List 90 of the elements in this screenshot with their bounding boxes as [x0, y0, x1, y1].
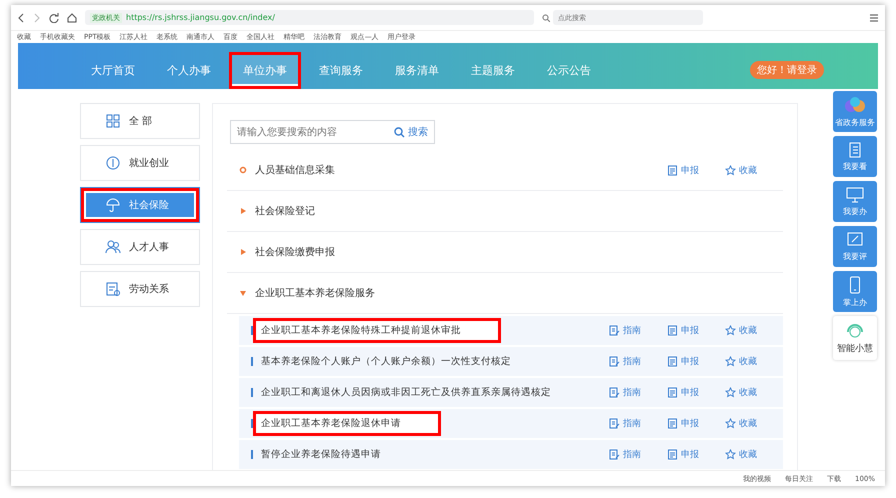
sidebar-item[interactable]: 全 部 [80, 103, 200, 139]
side-shortcut-button[interactable]: 我要看 [833, 136, 877, 177]
phone-icon [849, 276, 861, 294]
guide-link[interactable]: 指南 [609, 324, 653, 337]
side-shortcut-button[interactable]: 我要办 [833, 181, 877, 222]
guide-link[interactable]: 指南 [609, 355, 653, 368]
logo-icon [843, 96, 867, 114]
sidebar-item[interactable]: 就业创业 [80, 145, 200, 181]
star-icon [725, 387, 736, 398]
service-row[interactable]: 企业职工基本养老保险退休申请 指南 申报 收藏 [239, 409, 783, 438]
star-icon [725, 449, 736, 460]
edit-document-icon [609, 325, 620, 336]
favorite-link[interactable]: 收藏 [725, 448, 769, 461]
pen-icon [847, 232, 863, 248]
apply-link[interactable]: 申报 [667, 386, 711, 399]
edit-document-icon [609, 387, 620, 398]
document-icon [667, 418, 678, 429]
umbrella-icon [105, 197, 121, 213]
star-icon [725, 325, 736, 336]
document-icon [667, 164, 678, 176]
sidebar-item[interactable]: 人才人事 [80, 229, 200, 265]
circle-bullet-icon [239, 166, 247, 174]
guide-link[interactable]: 指南 [609, 448, 653, 461]
nav-tab[interactable]: 主题服务 [460, 54, 526, 86]
favorite-link[interactable]: 收藏 [725, 164, 769, 176]
apply-link[interactable]: 申报 [667, 164, 711, 176]
service-row[interactable]: 企业职工基本养老保险特殊工种提前退休审批 指南 申报 收藏 [239, 316, 783, 345]
reload-icon[interactable] [49, 12, 59, 22]
document-icon [667, 356, 678, 367]
home-icon[interactable] [67, 12, 77, 22]
guide-link[interactable]: 指南 [609, 417, 653, 430]
apply-link[interactable]: 申报 [667, 448, 711, 461]
side-shortcut-button[interactable]: 我要评 [833, 226, 877, 267]
category-label: 社会保险登记 [255, 204, 316, 218]
apply-link[interactable]: 申报 [667, 324, 711, 337]
star-icon [725, 356, 736, 367]
nav-tab[interactable]: 个人办事 [156, 54, 222, 86]
service-label: 暂停企业养老保险待遇申请 [260, 448, 382, 462]
favorite-link[interactable]: 收藏 [725, 324, 769, 337]
service-label: 企业职工基本养老保险退休申请 [253, 411, 441, 436]
service-row[interactable]: 暂停企业养老保险待遇申请 指南 申报 收藏 [239, 440, 783, 469]
menu-icon[interactable] [869, 12, 879, 22]
back-icon[interactable] [17, 12, 25, 22]
login-button[interactable]: 您好！请登录 [750, 61, 824, 79]
apply-link[interactable]: 申报 [667, 417, 711, 430]
category-label: 社会保险缴费申报 [255, 246, 336, 259]
document-icon [667, 387, 678, 398]
service-label: 企业职工和离退休人员因病或非因工死亡及供养直系亲属待遇核定 [260, 386, 552, 400]
nav-tab[interactable]: 服务清单 [384, 54, 450, 86]
category-label: 人员基础信息采集 [255, 164, 336, 177]
sidebar-item[interactable]: 劳动关系 [80, 271, 200, 307]
document-icon [105, 281, 121, 297]
sidebar-item[interactable]: 社会保险 [80, 187, 200, 223]
category-label: 企业职工基本养老保险服务 [255, 286, 376, 300]
favorite-link[interactable]: 收藏 [725, 417, 769, 430]
nav-tab[interactable]: 公示公告 [536, 54, 602, 86]
category-row[interactable]: 人员基础信息采集 申报 收藏 [227, 150, 783, 191]
guide-link[interactable]: 指南 [609, 386, 653, 399]
service-label: 基本养老保险个人账户（个人账户余额）一次性支付核定 [260, 355, 512, 369]
monitor-icon [846, 186, 864, 202]
category-row[interactable]: 社会保险登记 [227, 191, 783, 232]
nav-tab[interactable]: 查询服务 [308, 54, 374, 86]
apply-link[interactable]: 申报 [667, 355, 711, 368]
grid-icon [105, 113, 121, 129]
headset-icon [845, 321, 865, 339]
edit-document-icon [609, 449, 620, 460]
star-icon [725, 164, 736, 176]
category-row[interactable]: 企业职工基本养老保险服务 [227, 273, 783, 314]
service-row[interactable]: 企业职工和离退休人员因病或非因工死亡及供养直系亲属待遇核定 指南 申报 收藏 [239, 378, 783, 407]
coin-icon [105, 155, 121, 171]
document-icon [667, 325, 678, 336]
service-row[interactable]: 基本养老保险个人账户（个人账户余额）一次性支付核定 指南 申报 收藏 [239, 347, 783, 376]
document-icon [667, 449, 678, 460]
search-icon [394, 126, 405, 138]
search-icon [542, 14, 550, 22]
side-shortcut-button[interactable]: 省政务服务 [833, 91, 877, 132]
edit-document-icon [609, 418, 620, 429]
people-icon [105, 239, 121, 255]
side-shortcut-button[interactable]: 智能小慧 [833, 316, 877, 360]
edit-document-icon [609, 356, 620, 367]
star-icon [725, 418, 736, 429]
notebook-icon [848, 142, 862, 158]
nav-tab[interactable]: 大厅首页 [80, 54, 146, 86]
favorite-link[interactable]: 收藏 [725, 355, 769, 368]
favorite-link[interactable]: 收藏 [725, 386, 769, 399]
side-shortcut-button[interactable]: 掌上办 [833, 271, 877, 312]
url-text: https://rs.jshrss.jiangsu.gov.cn/index/ [126, 13, 276, 22]
service-label: 企业职工基本养老保险特殊工种提前退休审批 [253, 318, 501, 343]
category-row[interactable]: 社会保险缴费申报 [227, 232, 783, 273]
search-button[interactable]: 搜索 [388, 125, 434, 139]
